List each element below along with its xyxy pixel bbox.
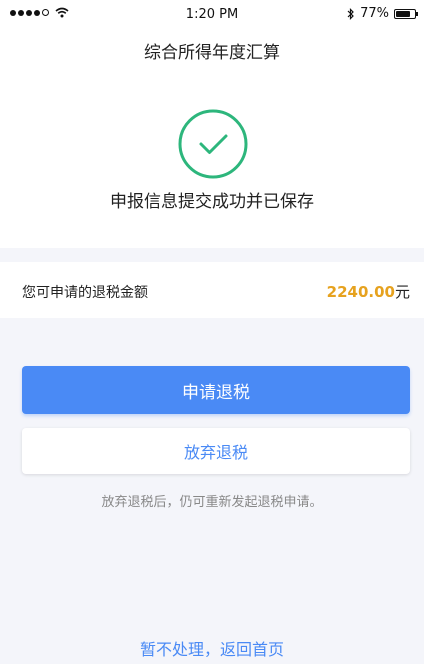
battery-fill — [396, 10, 410, 17]
refund-amount-unit: 元 — [394, 283, 410, 301]
refund-amount: 2240.00元 — [327, 281, 410, 302]
refund-amount-value: 2240.00 — [326, 283, 395, 301]
refund-label: 您可申请的退税金额 — [22, 285, 148, 301]
battery-percent: 77% — [360, 6, 389, 21]
abandon-refund-button[interactable]: 放弃退税 — [22, 428, 410, 474]
success-message: 申报信息提交成功并已保存 — [110, 192, 314, 212]
apply-refund-button[interactable]: 申请退税 — [22, 366, 410, 414]
page-title: 综合所得年度汇算 — [144, 43, 280, 63]
bluetooth-icon — [347, 7, 354, 20]
check-circle-icon — [177, 108, 249, 180]
return-home-link[interactable]: 暂不处理，返回首页 — [0, 636, 424, 660]
battery-icon — [394, 8, 418, 19]
status-bar: 1:20 PM 77% — [0, 0, 424, 30]
abandon-hint-text: 放弃退税后，仍可重新发起退税申请。 — [101, 495, 323, 510]
refund-amount-row: 您可申请的退税金额 2240.00元 — [0, 262, 424, 318]
status-right: 77% — [347, 6, 418, 21]
